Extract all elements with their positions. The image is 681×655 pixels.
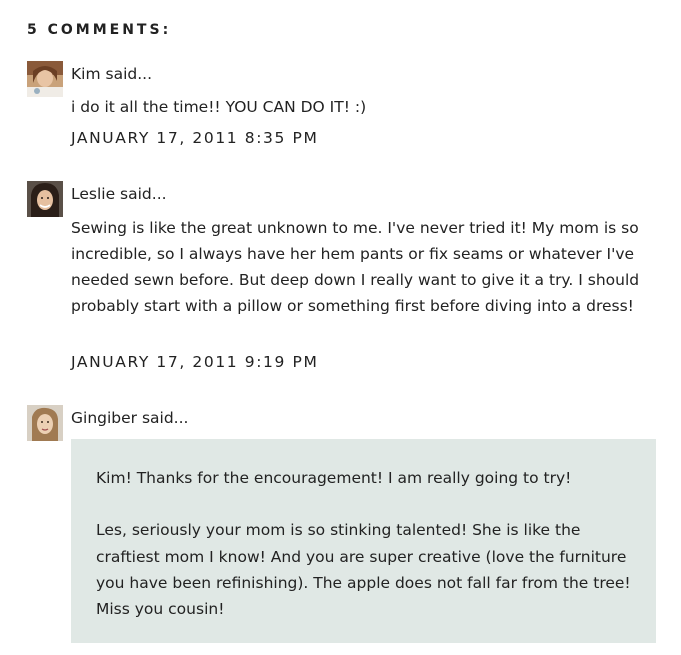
avatar-kim[interactable] [27, 61, 63, 97]
author-comment-paragraph: Kim! Thanks for the encouragement! I am … [96, 469, 572, 487]
author-comment-box: Kim! Thanks for the encouragement! I am … [71, 439, 656, 643]
comment-timestamp-leslie[interactable]: JANUARY 17, 2011 9:19 PM [71, 352, 318, 372]
comment-timestamp-kim[interactable]: JANUARY 17, 2011 8:35 PM [71, 128, 318, 148]
comment-author-kim: Kim said... [71, 65, 152, 83]
comment-author-leslie: Leslie said... [71, 185, 167, 203]
comments-heading: 5 COMMENTS: [27, 22, 172, 38]
avatar-gingiber[interactable] [27, 405, 63, 441]
author-comment-paragraph: Les, seriously your mom is so stinking t… [96, 521, 631, 619]
avatar-leslie[interactable] [27, 181, 63, 217]
comment-text-leslie: Sewing is like the great unknown to me. … [71, 219, 640, 315]
comment-author-gingiber: Gingiber said... [71, 409, 189, 427]
comment-text-kim: i do it all the time!! YOU CAN DO IT! :) [71, 98, 367, 116]
